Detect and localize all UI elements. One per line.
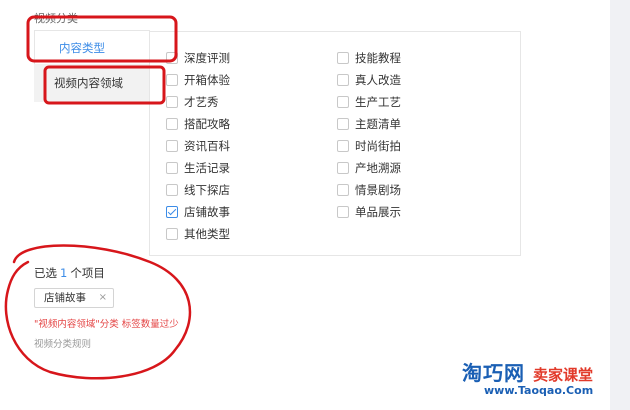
annotation-circle-summary [4, 244, 192, 380]
red-annotations [4, 15, 192, 380]
annotation-box-content-type [26, 15, 178, 63]
watermark: 淘巧网 卖家课堂 www.Taoqao.Com [462, 357, 622, 405]
watermark-main: 淘巧网 [462, 361, 525, 385]
annotation-box-video-domain [43, 65, 166, 105]
watermark-sub: 卖家课堂 [533, 366, 594, 384]
watermark-site: www.Taoqao.Com [484, 384, 594, 397]
